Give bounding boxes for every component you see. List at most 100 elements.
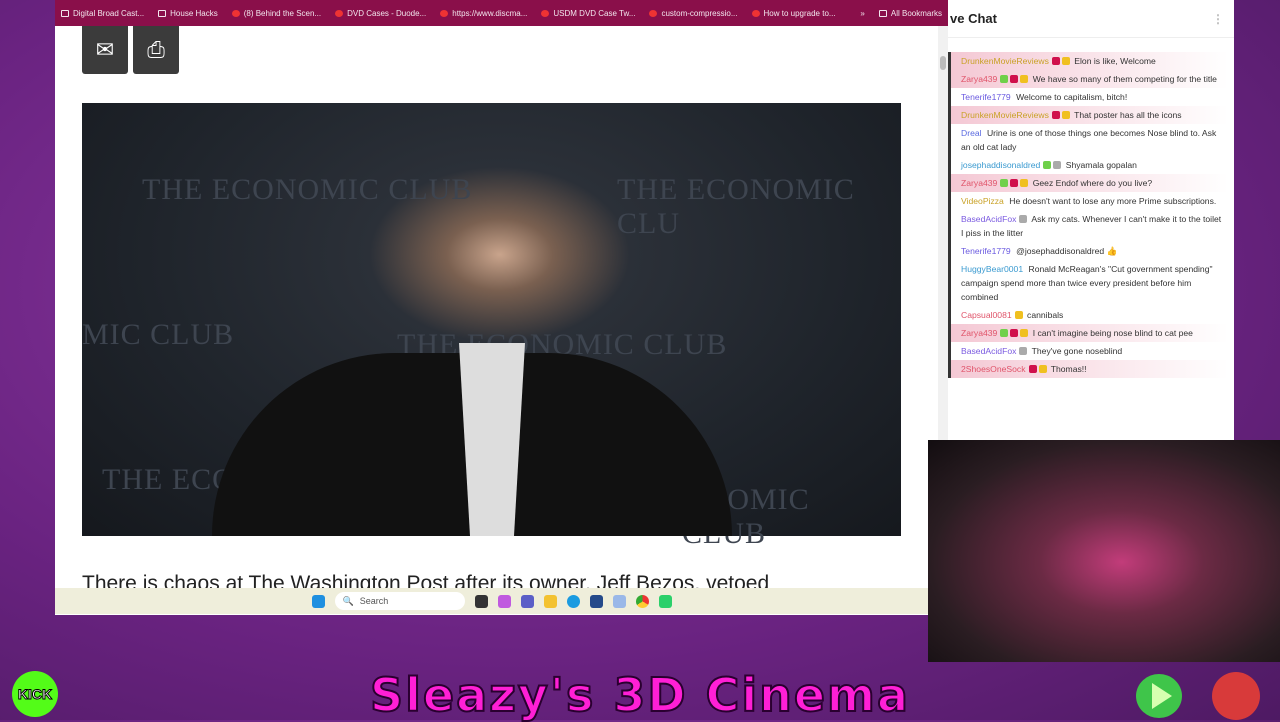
play-logo-icon xyxy=(1136,674,1182,718)
scrollbar-thumb[interactable] xyxy=(940,56,946,70)
bookmarks-bar: Digital Broad Cast... House Hacks (8) Behi… xyxy=(55,0,948,26)
live-chat-panel: ve Chat ⋮ DrunkenMovieReviews Elon is lik… xyxy=(948,0,1234,440)
chat-username[interactable]: VideoPizza xyxy=(961,196,1004,206)
bookmark-item[interactable]: Digital Broad Cast... xyxy=(61,9,144,18)
email-share-button[interactable]: ✉ xyxy=(82,26,128,74)
photo-backdrop-text: THE ECONOMIC CLU xyxy=(617,173,855,240)
site-icon xyxy=(541,9,550,17)
store-icon[interactable] xyxy=(589,594,603,608)
teams-icon[interactable] xyxy=(520,594,534,608)
print-button[interactable]: ⎙ xyxy=(133,26,179,74)
file-explorer-icon[interactable] xyxy=(543,594,557,608)
bookmark-label: DVD Cases - Duode... xyxy=(347,8,427,18)
chat-message: Tenerife1779 @josephaddisonaldred 👍 xyxy=(948,242,1228,260)
bookmark-item[interactable]: House Hacks xyxy=(158,9,218,18)
task-view-icon[interactable] xyxy=(474,594,488,608)
badge-icon xyxy=(1061,111,1070,119)
chat-message: Capsual0081 cannibals xyxy=(948,306,1228,324)
chat-message: BasedAcidFox Ask my cats. Whenever I can… xyxy=(948,210,1228,242)
badge-icon xyxy=(1010,75,1019,83)
chat-username[interactable]: Zarya439 xyxy=(961,74,997,84)
chat-username[interactable]: BasedAcidFox xyxy=(961,214,1016,224)
chat-message: DrunkenMovieReviews That poster has all … xyxy=(948,106,1228,124)
chat-message: Zarya439 We have so many of them competi… xyxy=(948,70,1228,88)
chat-username[interactable]: DrunkenMovieReviews xyxy=(961,56,1049,66)
chat-username[interactable]: Tenerife1779 xyxy=(961,92,1011,102)
badge-icon xyxy=(1019,347,1028,355)
windows-start-icon[interactable] xyxy=(311,594,325,608)
bookmark-label: Digital Broad Cast... xyxy=(73,8,145,18)
browser-window: Digital Broad Cast... House Hacks (8) Behi… xyxy=(55,0,948,615)
bookmark-item[interactable]: (8) Behind the Scen... xyxy=(231,9,321,18)
more-menu-icon[interactable]: ⋮ xyxy=(1212,12,1224,26)
badge-icon xyxy=(1010,329,1019,337)
badge-icon xyxy=(1000,75,1009,83)
chat-username[interactable]: BasedAcidFox xyxy=(961,346,1016,356)
chat-username[interactable]: Tenerife1779 xyxy=(961,246,1011,256)
badge-icon xyxy=(1028,365,1037,373)
chat-text: They've gone noseblind xyxy=(1031,346,1123,356)
chat-text: cannibals xyxy=(1027,310,1064,320)
badge-icon xyxy=(1043,161,1052,169)
bookmark-item[interactable]: How to upgrade to... xyxy=(751,8,836,18)
print-icon: ⎙ xyxy=(147,37,165,62)
edge-icon[interactable] xyxy=(566,594,580,608)
chrome-icon[interactable] xyxy=(635,594,649,608)
badge-icon xyxy=(1000,179,1009,187)
photo-backdrop-text: THE ECONOMIC CLUB xyxy=(142,173,473,206)
chat-text: That poster has all the icons xyxy=(1074,110,1182,120)
copilot-icon[interactable] xyxy=(497,594,511,608)
site-icon xyxy=(440,9,449,17)
app-icon[interactable] xyxy=(612,594,626,608)
chat-username[interactable]: HuggyBear0001 xyxy=(961,264,1023,274)
chat-username[interactable]: Capsual0081 xyxy=(961,310,1012,320)
chat-username[interactable]: DrunkenMovieReviews xyxy=(961,110,1049,120)
bookmarks-overflow-button[interactable]: » xyxy=(860,9,864,18)
page-content: ✉ ⎙ THE ECONOMIC CLUB THE ECONOMIC CLU M… xyxy=(55,26,948,615)
search-icon: 🔍 xyxy=(342,595,354,606)
article-photo: THE ECONOMIC CLUB THE ECONOMIC CLU MIC C… xyxy=(82,103,901,550)
chat-text: Welcome to capitalism, bitch! xyxy=(1016,92,1128,102)
chat-username[interactable]: josephaddisonaldred xyxy=(961,160,1040,170)
chat-message: DrunkenMovieReviews Elon is like, Welcom… xyxy=(948,52,1228,70)
bookmark-label: How to upgrade to... xyxy=(763,8,836,18)
bookmark-label: USDM DVD Case Tw... xyxy=(553,8,636,18)
chat-username[interactable]: Zarya439 xyxy=(961,328,997,338)
youtube-icon xyxy=(231,9,240,17)
bookmark-item[interactable]: DVD Cases - Duode... xyxy=(335,9,426,18)
search-placeholder: Search xyxy=(359,596,389,606)
badge-icon xyxy=(1010,179,1019,187)
chat-message: Zarya439 I can't imagine being nose blin… xyxy=(948,324,1228,342)
chat-text: Thomas!! xyxy=(1050,364,1087,374)
folder-icon xyxy=(878,9,887,17)
bookmark-label: House Hacks xyxy=(170,8,218,18)
apple-icon xyxy=(751,9,760,17)
taskbar: 🔍 Search xyxy=(55,588,928,614)
badge-icon xyxy=(1019,215,1028,223)
chat-message: Dreal Urine is one of those things one b… xyxy=(948,124,1228,156)
chat-message: Tenerife1779 Welcome to capitalism, bitc… xyxy=(948,88,1228,106)
stream-title: Sleazy's 3D Cinema xyxy=(369,667,911,722)
badge-icon xyxy=(1000,329,1009,337)
chat-title: ve Chat xyxy=(950,11,997,26)
badge-icon xyxy=(1038,365,1047,373)
bookmark-item[interactable]: https://www.discma... xyxy=(440,9,527,18)
bookmark-item[interactable]: USDM DVD Case Tw... xyxy=(541,9,635,18)
folder-icon xyxy=(158,9,167,17)
chat-username[interactable]: 2ShoesOneSock xyxy=(961,364,1026,374)
taskbar-search[interactable]: 🔍 Search xyxy=(334,592,465,610)
chat-text: He doesn't want to lose any more Prime s… xyxy=(1009,196,1217,206)
chat-message: 2ShoesOneSock Thomas!! xyxy=(948,360,1228,378)
bookmark-item[interactable]: custom-compressio... xyxy=(649,8,738,18)
badge-icon xyxy=(1051,57,1060,65)
chat-message: BasedAcidFox They've gone noseblind xyxy=(948,342,1228,360)
app-icon[interactable] xyxy=(658,594,672,608)
badge-icon xyxy=(1020,75,1029,83)
bookmark-label: custom-compressio... xyxy=(661,8,738,18)
chat-username[interactable]: Zarya439 xyxy=(961,178,997,188)
wordpress-icon xyxy=(649,9,658,17)
chat-text: We have so many of them competing for th… xyxy=(1032,74,1217,84)
chat-username[interactable]: Dreal xyxy=(961,128,982,138)
webcam-feed xyxy=(928,440,1280,662)
all-bookmarks-button[interactable]: All Bookmarks xyxy=(878,9,942,18)
